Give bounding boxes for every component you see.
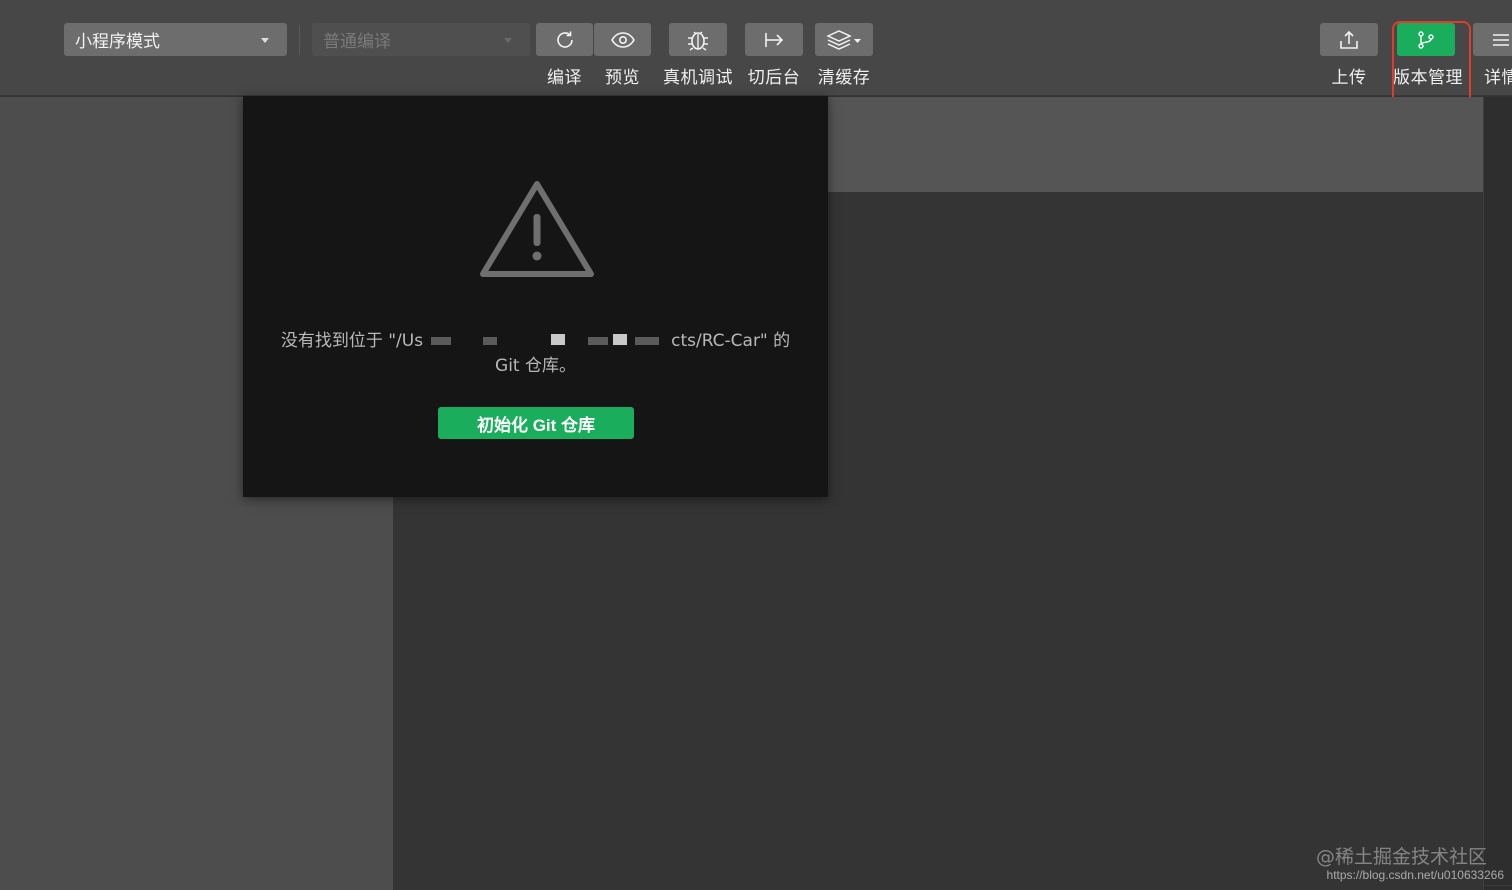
switch-background-icon bbox=[765, 32, 784, 47]
chevron-down-icon bbox=[261, 38, 269, 43]
menu-icon bbox=[1493, 33, 1509, 46]
dialog-message-suffix: cts/RC-Car" 的 bbox=[671, 331, 791, 351]
watermark-url: https://blog.csdn.net/u010633266 bbox=[1326, 868, 1504, 882]
bug-icon bbox=[688, 31, 708, 51]
upload-icon bbox=[1340, 30, 1358, 49]
clear-cache-button[interactable] bbox=[815, 23, 873, 56]
remote-debug-label: 真机调试 bbox=[663, 68, 733, 88]
mode-select-value: 小程序模式 bbox=[75, 32, 160, 52]
mode-select[interactable]: 小程序模式 bbox=[64, 23, 287, 56]
compile-select-placeholder: 普通编译 bbox=[323, 32, 391, 52]
switch-background-label: 切后台 bbox=[747, 68, 801, 88]
eye-icon bbox=[610, 31, 635, 48]
init-git-repo-button[interactable]: 初始化 Git 仓库 bbox=[438, 407, 634, 439]
warning-icon bbox=[480, 181, 594, 277]
preview-button[interactable] bbox=[594, 23, 651, 56]
upload-button[interactable] bbox=[1320, 23, 1378, 56]
git-repo-not-found-dialog: 没有找到位于 "/Us cts/RC-Car" 的 Git 仓库。 初始化 Git… bbox=[243, 96, 828, 497]
compile-label: 编译 bbox=[547, 68, 582, 88]
switch-background-button[interactable] bbox=[745, 23, 803, 56]
refresh-icon bbox=[556, 31, 573, 48]
dialog-message: 没有找到位于 "/Us cts/RC-Car" 的 Git 仓库。 bbox=[273, 329, 798, 379]
details-button[interactable] bbox=[1473, 23, 1512, 56]
chevron-down-icon bbox=[854, 38, 861, 43]
compile-select[interactable]: 普通编译 bbox=[312, 23, 530, 56]
dialog-message-prefix: 没有找到位于 "/Us bbox=[280, 331, 424, 351]
upload-label: 上传 bbox=[1331, 68, 1367, 88]
layers-icon bbox=[826, 29, 861, 50]
compile-button[interactable] bbox=[536, 23, 593, 56]
redacted-path bbox=[423, 334, 671, 348]
details-label: 详情 bbox=[1484, 68, 1512, 85]
chevron-down-icon bbox=[504, 38, 512, 43]
watermark-site: @稀土掘金技术社区 bbox=[1315, 846, 1487, 868]
remote-debug-button[interactable] bbox=[669, 23, 727, 56]
preview-label: 预览 bbox=[605, 68, 640, 88]
right-side-panel bbox=[1483, 97, 1512, 890]
toolbar: 小程序模式 普通编译 编译 预览 真机调试 切后台 清缓存 上传 版本管理 详情 bbox=[0, 0, 1512, 117]
dialog-message-line2: Git 仓库。 bbox=[495, 356, 576, 376]
panel-divider bbox=[1484, 885, 1512, 886]
clear-cache-label: 清缓存 bbox=[817, 68, 871, 88]
toolbar-divider bbox=[299, 26, 300, 54]
